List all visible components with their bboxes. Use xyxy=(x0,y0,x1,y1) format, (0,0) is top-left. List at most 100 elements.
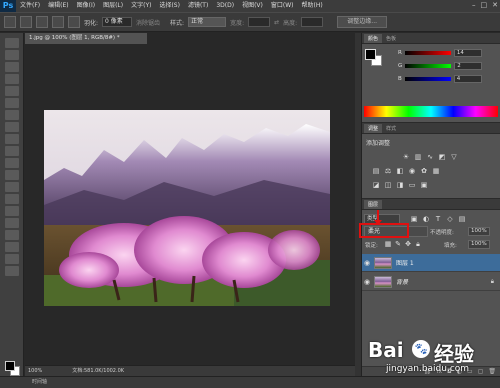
marquee-tool-preset-icon[interactable] xyxy=(4,16,16,28)
invert-icon[interactable]: ◪ xyxy=(372,181,380,189)
antialias-checkbox[interactable]: 消除锯齿 xyxy=(136,18,160,27)
visibility-eye-icon[interactable]: ◉ xyxy=(362,259,372,267)
foreground-color-swatch[interactable] xyxy=(5,361,15,371)
color-spectrum[interactable] xyxy=(364,106,498,117)
panel-foreground-swatch[interactable] xyxy=(365,49,376,60)
menu-type[interactable]: 文字(Y) xyxy=(127,0,155,12)
close-icon[interactable]: ✕ xyxy=(492,1,498,9)
feather-input[interactable]: 0 像素 xyxy=(102,17,133,27)
visibility-eye-icon[interactable]: ◉ xyxy=(362,278,372,286)
layer-name[interactable]: 图层 1 xyxy=(396,258,414,267)
menu-layer[interactable]: 图层(L) xyxy=(99,0,127,12)
canvas-image[interactable] xyxy=(44,110,330,306)
menu-3d[interactable]: 3D(D) xyxy=(212,0,238,12)
levels-icon[interactable]: ▥ xyxy=(414,153,422,161)
height-input[interactable] xyxy=(301,17,324,27)
lock-transparent-icon[interactable]: ▦ xyxy=(384,240,392,248)
style-select[interactable]: 正常 xyxy=(188,17,227,27)
history-brush-tool-icon[interactable] xyxy=(5,146,19,156)
intersect-selection-icon[interactable] xyxy=(68,16,80,28)
color-panel-header: 颜色 色板 xyxy=(362,33,500,44)
width-label: 宽度: xyxy=(230,19,245,27)
hue-saturation-icon[interactable]: ▤ xyxy=(372,167,380,175)
zoom-tool-icon[interactable] xyxy=(5,266,19,276)
maximize-icon[interactable]: □ xyxy=(481,1,488,9)
menu-image[interactable]: 图像(I) xyxy=(73,0,99,12)
refine-edge-button[interactable]: 调整边缘... xyxy=(337,16,388,28)
threshold-icon[interactable]: ◨ xyxy=(396,181,404,189)
tab-adjustments[interactable]: 调整 xyxy=(364,124,383,133)
menu-select[interactable]: 选择(S) xyxy=(155,0,184,12)
blue-value[interactable]: 4 xyxy=(453,74,482,83)
photo-filter-icon[interactable]: ◉ xyxy=(408,167,416,175)
filter-shape-icon[interactable]: ◇ xyxy=(446,215,454,223)
brightness-icon[interactable]: ☀ xyxy=(402,153,410,161)
path-select-tool-icon[interactable] xyxy=(5,230,19,240)
tab-color[interactable]: 颜色 xyxy=(364,34,383,43)
menu-view[interactable]: 视图(V) xyxy=(238,0,267,12)
window-controls: – □ ✕ xyxy=(472,1,498,9)
quick-select-tool-icon[interactable] xyxy=(5,74,19,84)
lock-position-icon[interactable]: ✥ xyxy=(404,240,412,248)
tab-layers[interactable]: 图层 xyxy=(364,200,383,209)
selective-color-icon[interactable]: ▣ xyxy=(420,181,428,189)
layer-name[interactable]: 背景 xyxy=(396,277,408,286)
black-white-icon[interactable]: ◧ xyxy=(396,167,404,175)
crop-tool-icon[interactable] xyxy=(5,86,19,96)
curves-icon[interactable]: ∿ xyxy=(426,153,434,161)
shape-tool-icon[interactable] xyxy=(5,242,19,252)
subtract-selection-icon[interactable] xyxy=(52,16,64,28)
type-tool-icon[interactable] xyxy=(5,218,19,228)
color-lookup-icon[interactable]: ▦ xyxy=(432,167,440,175)
eyedropper-tool-icon[interactable] xyxy=(5,98,19,108)
layer-row[interactable]: ◉ 背景 🔒︎ xyxy=(362,273,500,291)
red-value[interactable]: 14 xyxy=(453,48,482,57)
width-input[interactable] xyxy=(248,17,271,27)
menu-file[interactable]: 文件(F) xyxy=(16,0,44,12)
menu-filter[interactable]: 滤镜(T) xyxy=(184,0,212,12)
blue-slider[interactable] xyxy=(404,76,451,81)
menu-help[interactable]: 帮助(H) xyxy=(298,0,327,12)
marquee-tool-icon[interactable] xyxy=(5,50,19,60)
healing-brush-tool-icon[interactable] xyxy=(5,110,19,120)
vibrance-icon[interactable]: ▽ xyxy=(450,153,458,161)
pen-tool-icon[interactable] xyxy=(5,206,19,216)
swap-icon[interactable]: ⇄ xyxy=(274,19,279,26)
lasso-tool-icon[interactable] xyxy=(5,62,19,72)
tab-styles[interactable]: 样式 xyxy=(382,124,400,133)
channel-mixer-icon[interactable]: ✿ xyxy=(420,167,428,175)
lock-pixels-icon[interactable]: ✎ xyxy=(394,240,402,248)
clone-stamp-tool-icon[interactable] xyxy=(5,134,19,144)
new-selection-icon[interactable] xyxy=(20,16,32,28)
menu-window[interactable]: 窗口(W) xyxy=(267,0,298,12)
lock-all-icon[interactable]: 🔒︎ xyxy=(414,240,422,248)
filter-adjustment-icon[interactable]: ◐ xyxy=(422,215,430,223)
red-slider[interactable] xyxy=(404,50,451,55)
opacity-input[interactable]: 100% xyxy=(468,227,490,236)
zoom-level[interactable]: 100% xyxy=(28,366,42,376)
green-value[interactable]: 2 xyxy=(454,61,483,70)
hand-tool-icon[interactable] xyxy=(5,254,19,264)
color-balance-icon[interactable]: ⚖ xyxy=(384,167,392,175)
gradient-map-icon[interactable]: ▭ xyxy=(408,181,416,189)
menu-edit[interactable]: 编辑(E) xyxy=(44,0,72,12)
document-tab[interactable]: 1.jpg @ 100% (图层 1, RGB/8#) * xyxy=(25,33,147,44)
layer-row[interactable]: ◉ 图层 1 xyxy=(362,254,500,272)
fill-input[interactable]: 100% xyxy=(468,240,490,249)
mountain-blossom-photo xyxy=(44,110,330,306)
filter-pixel-icon[interactable]: ▣ xyxy=(410,215,418,223)
posterize-icon[interactable]: ◫ xyxy=(384,181,392,189)
green-slider[interactable] xyxy=(405,63,452,68)
gradient-tool-icon[interactable] xyxy=(5,170,19,180)
move-tool-icon[interactable] xyxy=(5,38,19,48)
brush-tool-icon[interactable] xyxy=(5,122,19,132)
exposure-icon[interactable]: ◩ xyxy=(438,153,446,161)
filter-smart-icon[interactable]: ▤ xyxy=(458,215,466,223)
tab-swatches[interactable]: 色板 xyxy=(382,34,400,43)
add-selection-icon[interactable] xyxy=(36,16,48,28)
dodge-tool-icon[interactable] xyxy=(5,194,19,204)
eraser-tool-icon[interactable] xyxy=(5,158,19,168)
minimize-icon[interactable]: – xyxy=(472,1,476,9)
blur-tool-icon[interactable] xyxy=(5,182,19,192)
filter-type-icon[interactable]: T xyxy=(434,215,442,223)
